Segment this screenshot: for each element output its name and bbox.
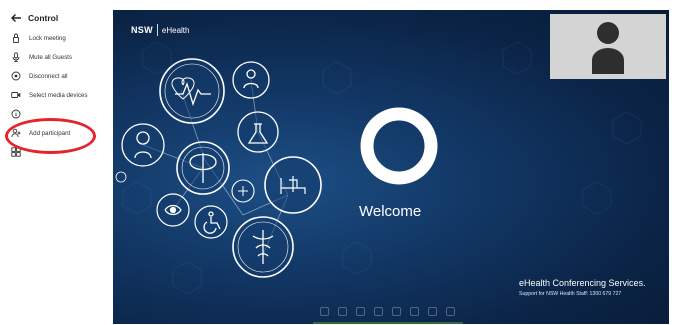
brand-ehealth: eHealth — [161, 25, 190, 35]
add-user-icon[interactable] — [446, 307, 455, 316]
volume-icon[interactable] — [320, 307, 329, 316]
menu-label-lock-meeting: Lock meeting — [29, 34, 66, 42]
fullscreen-icon[interactable] — [428, 307, 437, 316]
control-sidebar: Control Lock meeting Mute all Guests Dis… — [0, 0, 112, 325]
welcome-text: Welcome — [359, 203, 422, 220]
menu-label-disconnect-all: Disconnect all — [29, 72, 68, 80]
video-icon[interactable] — [338, 307, 347, 316]
info-icon — [11, 109, 21, 119]
call-controls — [320, 307, 455, 316]
menu-item-lock-meeting[interactable]: Lock meeting — [11, 31, 66, 45]
brand-divider — [156, 24, 158, 36]
layout-icon — [11, 147, 21, 157]
add-person-icon — [11, 128, 21, 138]
menu-item-mute-all-guests[interactable]: Mute all Guests — [11, 50, 72, 64]
mic-icon — [12, 52, 20, 62]
menu-label-select-media-devices: Select media devices — [29, 91, 88, 99]
control-header[interactable]: Control — [10, 12, 58, 24]
self-view-tile[interactable] — [550, 14, 666, 79]
menu-item-add-participant[interactable]: Add participant — [11, 126, 70, 140]
document-icon[interactable] — [410, 307, 419, 316]
disconnect-icon — [11, 71, 21, 81]
menu-item-disconnect-all[interactable]: Disconnect all — [11, 69, 68, 83]
controls-progress-bar — [313, 322, 463, 324]
app-root: Control Lock meeting Mute all Guests Dis… — [0, 0, 674, 325]
avatar-icon — [592, 22, 624, 74]
menu-item-layout[interactable] — [11, 145, 29, 159]
lock-icon — [13, 33, 19, 43]
hangup-icon[interactable] — [374, 307, 383, 316]
conference-services-title: eHealth Conferencing Services. — [519, 278, 646, 288]
menu-item-select-media-devices[interactable]: Select media devices — [11, 88, 87, 102]
back-arrow-icon[interactable] — [10, 12, 22, 24]
menu-label-add-participant: Add participant — [29, 129, 71, 137]
menu-item-info[interactable] — [11, 107, 29, 121]
support-line: Support for NSW Health Staff: 1300 679 7… — [519, 291, 622, 297]
share-screen-icon[interactable] — [392, 307, 401, 316]
camera-icon — [11, 92, 21, 98]
control-title: Control — [28, 13, 59, 23]
menu-label-mute-all-guests: Mute all Guests — [29, 53, 72, 61]
microphone-icon[interactable] — [356, 307, 365, 316]
nsw-ehealth-logo: NSW eHealth — [131, 24, 189, 36]
brand-nsw: NSW — [131, 25, 153, 35]
